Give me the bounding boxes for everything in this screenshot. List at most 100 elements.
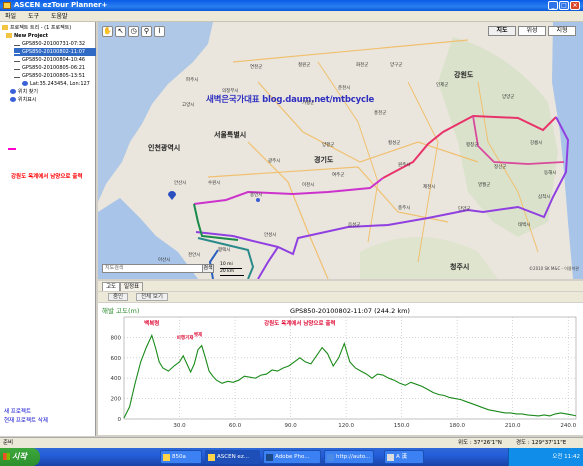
menu-file[interactable]: 파일 [0,11,21,22]
folder-icon [163,454,170,461]
map-label-gapyeong: 가평군 [302,101,315,106]
zoom-in-button[interactable]: 줌인 [108,293,129,301]
project-actions: 새 프로젝트 현재 프로젝트 삭제 [4,408,48,426]
map-label-donghae: 동해시 [544,171,557,176]
tree-root[interactable]: 프로젝트 트리 - (1 프로젝트) [2,24,71,32]
map-label-chungju: 충주시 [398,206,411,211]
tree-track[interactable]: GPS850-20100805-13:51 [14,72,85,80]
tree-track-selected[interactable]: GPS850-20100802-11:07 [14,48,96,56]
tree-find-location[interactable]: 위치 찾기 [10,88,38,96]
tree-coords[interactable]: Lat:35.243454, Lon:127 [22,80,90,88]
map-label-yeoju: 여주군 [332,173,345,178]
scale-bar: 10 mi 20 km [220,262,244,276]
cursor-icon[interactable]: ↖ [115,26,126,37]
map-label-anseong: 안성시 [264,233,277,238]
tab-schedule[interactable]: 일정표 [120,282,144,291]
map-label-wonju: 원주시 [398,163,411,168]
map-label-uijeongbu: 의정부시 [222,89,239,94]
taskbar-item[interactable]: Adobe Pho... [263,450,321,464]
map-search-input[interactable]: 지도검색 [102,264,210,273]
status-bar: 준비 위도 : 37°26'1"N 경도 : 129°37'11"E [0,437,583,448]
annotation-text: 강원도 옥계에서 남양으로 출력 [11,174,83,180]
map-label-danyang: 단양군 [458,207,471,212]
map-label-asan: 아산시 [158,258,171,263]
x-tick-label: 210.0 [505,423,521,429]
map-label-yangpyeong: 양평군 [322,143,335,148]
maptype-satellite[interactable]: 위성 [518,26,546,36]
map-label-chuncheon: 춘천시 [338,86,351,91]
map-label-jeongseon: 정선군 [494,165,507,170]
full-view-button[interactable]: 전체 보기 [136,293,168,301]
map-label-incheon: 인천광역시 [148,144,181,152]
pin-icon [22,81,28,86]
hand-tool-icon[interactable]: ✋ [102,26,113,37]
tab-elevation[interactable]: 고도 [102,282,121,291]
x-tick-label: 120.0 [338,423,354,429]
track-icon [14,57,20,62]
map-label-hwacheon: 화천군 [356,63,369,68]
maptype-map[interactable]: 지도 [488,26,516,36]
elevation-chart[interactable]: 0 200 400 600 800 30.0 60.0 90.0 120.0 150.0 180.0… [98,303,583,435]
keyboard-icon [387,454,394,461]
map-label-cheonan: 천안시 [188,253,201,258]
map-label-yeongwol: 영월군 [478,183,491,188]
map-label-icheon: 이천시 [302,183,315,188]
status-text: 준비 [3,440,14,446]
y-tick-label: 0 [118,417,122,423]
map-label-samcheok: 삼척시 [538,195,551,200]
track-icon [14,49,20,54]
map-search-button[interactable]: 검색 [202,264,214,273]
track-icon [14,41,20,46]
map-copyright: ©2010 SK M&C - 이용약관 [529,266,579,271]
plot-area [123,316,577,420]
menu-tools[interactable]: 도구 [23,11,44,22]
tree-track[interactable]: GPS850-20100731-07:32 [14,40,85,48]
menu-bar: 파일 도구 도움말 [0,11,583,22]
minimize-button[interactable]: _ [548,1,558,10]
x-tick-label: 150.0 [394,423,410,429]
map-view[interactable]: ✋ ↖ ◷ ⚲ ⌇ 지도 위성 지형 새벽은국가대표 blog.daum.net… [98,22,583,279]
taskbar-item[interactable]: 850a [160,450,202,464]
bottom-tabs: 고도 일정표 [98,281,583,291]
tree-track[interactable]: GPS850-20100805-06:21 [14,64,85,72]
windows-logo-icon [3,453,10,460]
browser-icon [327,454,334,461]
track-icon [14,73,20,78]
map-label-jecheon: 제천시 [423,185,436,190]
map-label-gwangju: 광주시 [268,159,281,164]
map-label-eumseong: 음성군 [348,223,361,228]
elevation-toolbar: 줌인 전체 보기 [98,292,583,302]
elevation-chart-svg: 0 200 400 600 800 30.0 60.0 90.0 120.0 150.0 180.0… [102,306,577,429]
taskbar-item-active[interactable]: ASCEN ez... [205,450,260,464]
delete-project-link[interactable]: 현재 프로젝트 삭제 [4,417,48,426]
pin-icon [10,97,16,102]
status-latitude: 위도 : 37°26'1"N [458,440,502,446]
maximize-button[interactable]: □ [559,1,569,10]
y-tick-label: 600 [111,356,122,362]
y-tick-label: 800 [111,335,122,341]
tree-location-marker[interactable]: 위치표시 [10,96,36,104]
photoshop-icon [266,454,273,461]
map-label-yangyang: 양양군 [502,95,515,100]
x-tick-label: 30.0 [173,423,186,429]
map-label-paju: 파주시 [186,78,199,83]
map-label-goyang: 고양시 [182,103,195,108]
language-bar[interactable]: A 漢 [384,450,424,464]
tree-project[interactable]: New Project [6,32,48,40]
taskbar-item[interactable]: http://auto... [324,450,374,464]
pin-icon[interactable]: ⚲ [141,26,152,37]
route-icon[interactable]: ⌇ [154,26,165,37]
new-project-link[interactable]: 새 프로젝트 [4,408,48,417]
x-tick-label: 240.0 [560,423,576,429]
map-label-taebaek: 태백시 [518,223,531,228]
y-tick-label: 400 [111,376,122,382]
menu-help[interactable]: 도움말 [46,11,73,22]
x-tick-label: 60.0 [229,423,242,429]
maptype-terrain[interactable]: 지형 [548,26,576,36]
map-label-ansan: 안산시 [174,181,187,186]
tree-track[interactable]: GPS850-20100804-10:46 [14,56,85,64]
close-button[interactable]: × [570,1,580,10]
map-label-cheongju: 청주시 [450,263,470,271]
clock-icon[interactable]: ◷ [128,26,139,37]
start-button[interactable]: 시작 [0,448,40,466]
